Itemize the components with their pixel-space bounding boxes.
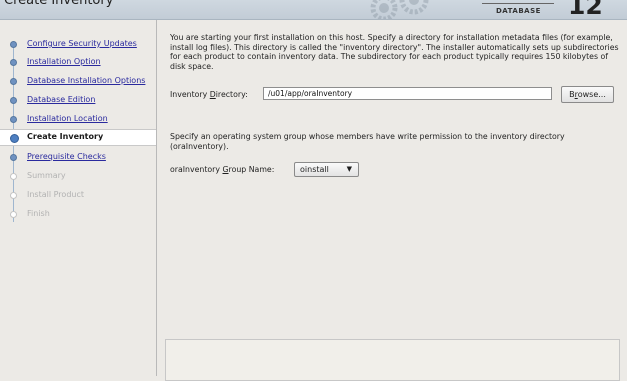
sidebar-item-label[interactable]: Installation Location <box>27 114 108 123</box>
sidebar-item-summary: Summary <box>0 169 156 184</box>
message-pane <box>165 339 620 381</box>
sidebar-item-label: Finish <box>27 209 50 218</box>
sidebar-item-prerequisite-checks[interactable]: Prerequisite Checks <box>0 150 156 165</box>
sidebar-item-configure-security-updates[interactable]: Configure Security Updates <box>0 37 156 52</box>
step-next-icon <box>10 154 17 161</box>
step-done-icon <box>10 59 17 66</box>
sidebar-item-label[interactable]: Create Inventory <box>27 132 103 141</box>
sidebar-item-label[interactable]: Prerequisite Checks <box>27 152 106 161</box>
main-content: You are starting your first installation… <box>157 20 627 381</box>
browse-button[interactable]: Browse... <box>561 86 614 103</box>
group-name-label: oraInventory Group Name: <box>170 165 275 174</box>
window-header: Create Inventory DATABASE 12 <box>0 0 627 20</box>
sidebar-item-label[interactable]: Configure Security Updates <box>27 39 137 48</box>
step-pending-icon <box>10 211 17 218</box>
sidebar-item-label: Summary <box>27 171 66 180</box>
sidebar-item-label[interactable]: Database Edition <box>27 95 95 104</box>
step-done-icon <box>10 97 17 104</box>
steps-sidebar: Configure Security Updates Installation … <box>0 20 157 376</box>
product-label: DATABASE <box>496 7 541 15</box>
step-pending-icon <box>10 173 17 180</box>
page-title: Create Inventory <box>4 0 114 8</box>
step-done-icon <box>10 41 17 48</box>
sidebar-item-label: Install Product <box>27 190 84 199</box>
step-done-icon <box>10 78 17 85</box>
sidebar-item-create-inventory[interactable]: Create Inventory <box>0 129 156 146</box>
group-name-select[interactable]: oinstall ▼ <box>294 162 359 177</box>
sidebar-item-installation-option[interactable]: Installation Option <box>0 55 156 70</box>
group-description: Specify an operating system group whose … <box>170 132 565 151</box>
group-name-value: oinstall <box>300 165 329 174</box>
inventory-directory-label: Inventory Directory: <box>170 90 248 99</box>
sidebar-item-label[interactable]: Database Installation Options <box>27 76 145 85</box>
sidebar-item-database-edition[interactable]: Database Edition <box>0 93 156 108</box>
step-pending-icon <box>10 192 17 199</box>
sidebar-item-install-product: Install Product <box>0 188 156 203</box>
version-label: 12 <box>568 0 603 20</box>
sidebar-item-installation-location[interactable]: Installation Location <box>0 112 156 127</box>
step-current-icon <box>10 134 19 143</box>
sidebar-item-finish: Finish <box>0 207 156 222</box>
sidebar-item-label[interactable]: Installation Option <box>27 57 101 66</box>
gears-icon <box>370 0 429 19</box>
step-done-icon <box>10 116 17 123</box>
header-divider <box>482 3 554 4</box>
intro-text: You are starting your first installation… <box>170 33 619 71</box>
sidebar-item-database-installation-options[interactable]: Database Installation Options <box>0 74 156 89</box>
chevron-down-icon: ▼ <box>346 165 352 173</box>
inventory-directory-input[interactable] <box>263 87 552 100</box>
